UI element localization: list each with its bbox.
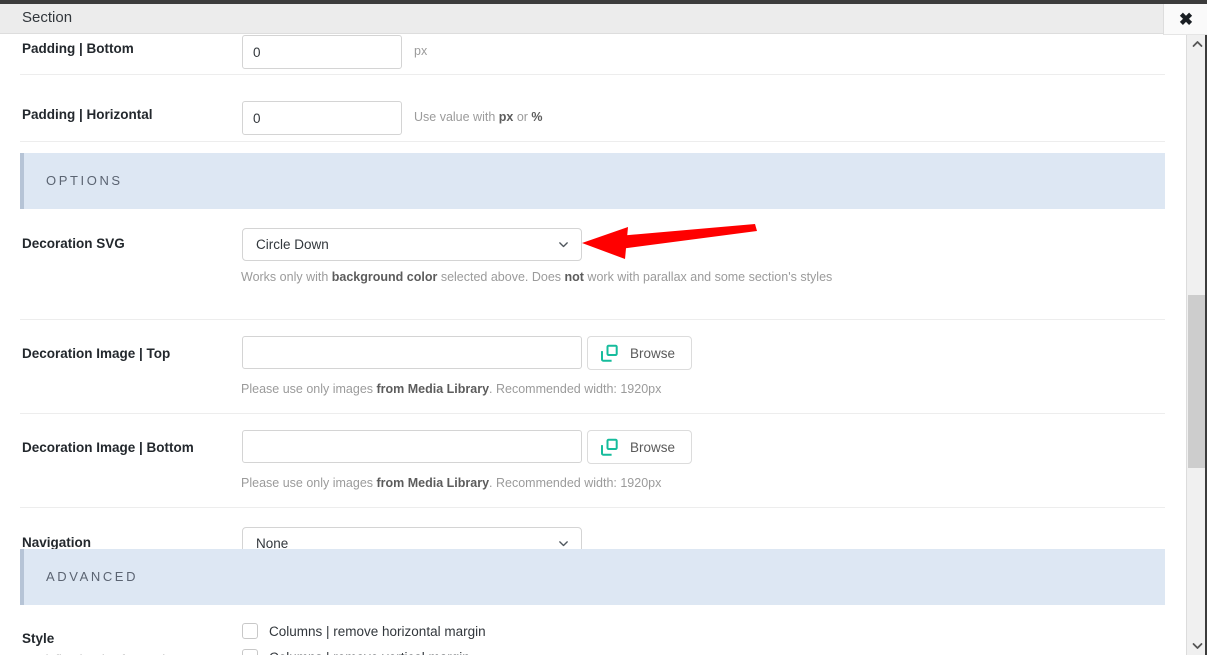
- padding-horizontal-input[interactable]: [242, 101, 402, 135]
- helper-strong-media-library: from Media Library: [376, 382, 490, 396]
- row-label-style: Style: [22, 631, 55, 646]
- decoration-image-top-input[interactable]: [242, 336, 582, 369]
- helper-part-2: . Recommended width: 1920px: [489, 476, 662, 490]
- style-option-0[interactable]: Columns | remove horizontal margin: [242, 623, 486, 639]
- scroll-up-button[interactable]: [1187, 35, 1207, 53]
- decoration-svg-helper: Works only with background color selecte…: [241, 269, 832, 285]
- checkbox-icon[interactable]: [242, 623, 258, 639]
- media-library-icon: [600, 438, 619, 457]
- row-decoration-image-top: Decoration Image | Top Browse Please use…: [20, 320, 1165, 414]
- banner-options: OPTIONS: [20, 153, 1165, 209]
- chevron-down-icon: [1192, 643, 1202, 649]
- row-padding-bottom: Padding | Bottom px: [20, 35, 1165, 75]
- helper-part-2: . Recommended width: 1920px: [489, 382, 662, 396]
- row-style: Style Predefined styles for section Colu…: [20, 605, 1165, 655]
- decoration-image-top-browse-label: Browse: [630, 345, 676, 361]
- close-icon: ✖: [1178, 10, 1194, 29]
- page-title: Section: [22, 9, 73, 26]
- style-option-1[interactable]: Columns | remove vertical margin: [242, 649, 470, 655]
- style-option-0-label: Columns | remove horizontal margin: [269, 623, 486, 639]
- decoration-image-top-helper: Please use only images from Media Librar…: [241, 381, 661, 397]
- helper-part-2: selected above. Does: [437, 270, 565, 284]
- padding-bottom-helper: px: [414, 44, 428, 58]
- helper-strong-not: not: [564, 270, 584, 284]
- chevron-down-icon: [558, 538, 569, 549]
- padding-horizontal-helper: Use value with px or %: [414, 109, 543, 125]
- row-padding-horizontal: Padding | Horizontal Use value with px o…: [20, 75, 1165, 142]
- style-option-1-label: Columns | remove vertical margin: [269, 650, 470, 655]
- row-decoration-image-bottom: Decoration Image | Bottom Browse Please …: [20, 414, 1165, 508]
- helper-part-1: Please use only images: [241, 382, 377, 396]
- decoration-svg-value: Circle Down: [256, 237, 329, 252]
- chevron-down-icon: [558, 239, 569, 250]
- helper-part-1: Use value with: [414, 110, 499, 124]
- settings-scroll-area: Padding | Bottom px Padding | Horizontal…: [0, 35, 1186, 655]
- helper-part-1: Please use only images: [241, 476, 377, 490]
- decoration-image-top-browse-button[interactable]: Browse: [587, 336, 692, 370]
- row-label-decoration-image-bottom: Decoration Image | Bottom: [22, 440, 194, 455]
- helper-strong-percent: %: [531, 110, 543, 124]
- row-label-decoration-svg: Decoration SVG: [22, 236, 125, 251]
- decoration-svg-select[interactable]: Circle Down: [242, 228, 582, 261]
- padding-bottom-input[interactable]: [242, 35, 402, 69]
- vertical-scrollbar[interactable]: [1186, 35, 1207, 655]
- section-settings-modal: Section ✖ Padding | Bottom px Padding | …: [0, 0, 1207, 655]
- row-label-decoration-image-top: Decoration Image | Top: [22, 346, 171, 361]
- helper-part-1: Works only with: [241, 270, 332, 284]
- media-library-icon: [600, 344, 619, 363]
- helper-part-3: work with parallax and some section's st…: [583, 270, 833, 284]
- row-label-padding-horizontal: Padding | Horizontal: [22, 107, 153, 122]
- helper-strong-px: px: [498, 110, 514, 124]
- chevron-up-icon: [1192, 41, 1202, 47]
- row-decoration-svg: Decoration SVG Circle Down Works only wi…: [20, 209, 1165, 320]
- decoration-image-bottom-browse-button[interactable]: Browse: [587, 430, 692, 464]
- close-button[interactable]: ✖: [1163, 4, 1207, 35]
- banner-options-label: OPTIONS: [46, 173, 123, 188]
- decoration-image-bottom-input[interactable]: [242, 430, 582, 463]
- helper-strong-background-color: background color: [331, 270, 438, 284]
- modal-header: Section: [0, 4, 1163, 34]
- row-label-padding-bottom: Padding | Bottom: [22, 41, 134, 56]
- helper-strong-media-library: from Media Library: [376, 476, 490, 490]
- checkbox-icon[interactable]: [242, 649, 258, 655]
- helper-part-2: or: [513, 110, 532, 124]
- decoration-image-bottom-helper: Please use only images from Media Librar…: [241, 475, 661, 491]
- decoration-image-bottom-browse-label: Browse: [630, 439, 676, 455]
- banner-advanced: ADVANCED: [20, 549, 1165, 605]
- banner-advanced-label: ADVANCED: [46, 569, 139, 584]
- scroll-down-button[interactable]: [1187, 637, 1207, 655]
